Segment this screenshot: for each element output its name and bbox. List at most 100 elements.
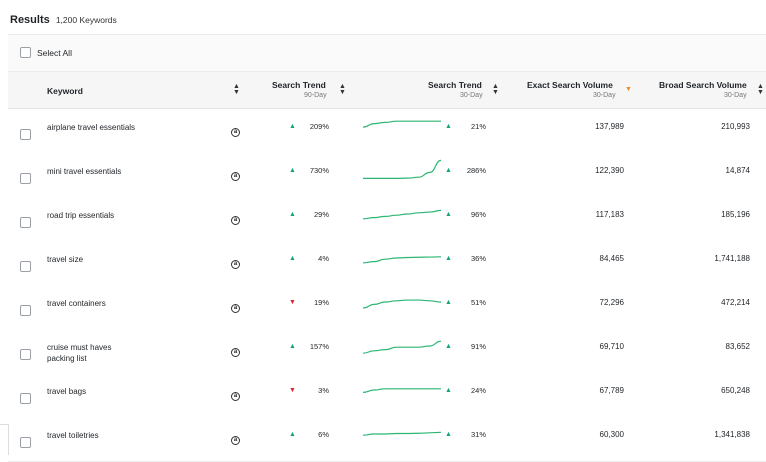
sparkline-chart [362, 431, 442, 436]
column-subheader-trend-30: 30-Day [460, 92, 483, 99]
sort-icon[interactable]: ▲ ▼ [757, 83, 764, 96]
exact-volume-cell: 72,296 [599, 298, 624, 307]
keyword-cell: travel size [47, 255, 84, 264]
info-icon[interactable]: a [231, 260, 240, 269]
keyword-cell: cruise must haves packing list [47, 343, 112, 363]
broad-volume-cell: 14,874 [725, 166, 750, 175]
results-title: Results [10, 14, 50, 26]
exact-volume-cell: 67,789 [599, 386, 624, 395]
sort-icon[interactable]: ▲ ▼ [492, 83, 499, 96]
info-icon[interactable]: a [231, 348, 240, 357]
sparkline-line [362, 256, 442, 264]
sparkline-line [362, 340, 442, 354]
select-all-label: Select All [37, 48, 72, 58]
broad-volume-cell: 650,248 [721, 386, 750, 395]
trend-90-value: 209% [309, 122, 329, 131]
broad-volume-cell: 1,341,838 [714, 430, 750, 439]
trend-30-value: 91% [470, 342, 486, 351]
trend-90-value: 157% [309, 342, 329, 351]
info-icon[interactable]: a [231, 172, 240, 181]
table-row[interactable]: travel toiletries a ▲ 6% ▲ 31% 60,300 1,… [8, 417, 766, 462]
exact-volume-cell: 117,183 [595, 210, 624, 219]
sparkline-chart [362, 299, 442, 309]
trend-30-value: 21% [470, 122, 486, 131]
keyword-cell: airplane travel essentials [47, 123, 136, 132]
row-checkbox[interactable] [20, 217, 31, 228]
broad-volume-cell: 185,196 [721, 210, 750, 219]
exact-volume-cell: 69,710 [599, 342, 624, 351]
info-icon[interactable]: a [231, 216, 240, 225]
trend-90-value: 19% [313, 298, 329, 307]
info-icon[interactable]: a [231, 392, 240, 401]
sparkline-chart [362, 388, 441, 393]
row-checkbox[interactable] [20, 261, 31, 272]
results-header: Results 1,200 Keywords [10, 14, 117, 26]
table-row[interactable]: cruise must haves packing list a ▲ 157% … [8, 329, 766, 374]
keyword-cell: travel bags [47, 387, 87, 396]
sort-desc-icon[interactable]: ▼ [625, 86, 632, 93]
column-subheader-trend-90: 90-Day [304, 92, 327, 99]
trend-30-value: 51% [470, 298, 486, 307]
sort-icon[interactable]: ▲ ▼ [233, 83, 240, 96]
table-row[interactable]: road trip essentials a ▲ 29% ▲ 96% 117,1… [8, 197, 766, 242]
column-subheader-broad-volume: 30-Day [724, 92, 747, 99]
sparkline-chart [363, 159, 442, 179]
exact-volume-cell: 122,390 [595, 166, 624, 175]
trend-90-value: 4% [318, 254, 329, 263]
row-checkbox[interactable] [20, 173, 31, 184]
trend-30-value: 96% [470, 210, 486, 219]
table-row[interactable]: travel bags a ▼ 3% ▲ 24% 67,789 650,248 [8, 373, 766, 418]
row-checkbox[interactable] [20, 129, 31, 140]
exact-volume-cell: 60,300 [599, 430, 624, 439]
trend-90-value: 29% [313, 210, 329, 219]
sparkline-chart [362, 340, 442, 354]
table-header: Keyword ▲ ▼ Search Trend 90-Day ▲ ▼ Search… [8, 72, 766, 109]
table-row[interactable]: mini travel essentials a ▲ 730% ▲ 286% 1… [8, 153, 766, 198]
trend-30-value: 36% [470, 254, 486, 263]
info-icon[interactable]: a [231, 128, 240, 137]
row-checkbox[interactable] [20, 305, 31, 316]
keyword-cell: travel toiletries [47, 431, 99, 440]
keyword-cell: road trip essentials [47, 211, 115, 220]
trend-90-value: 6% [318, 430, 329, 439]
column-header-keyword[interactable]: Keyword [47, 86, 83, 96]
column-subheader-exact-volume: 30-Day [593, 92, 616, 99]
table-row[interactable]: travel containers a ▼ 19% ▲ 51% 72,296 4… [8, 285, 766, 330]
table-row[interactable]: airplane travel essentials a ▲ 209% ▲ 21… [8, 109, 766, 154]
trend-90-value: 3% [318, 386, 329, 395]
table-row[interactable]: travel size a ▲ 4% ▲ 36% 84,465 1,741,18… [8, 241, 766, 286]
row-checkbox[interactable] [20, 393, 31, 404]
column-header-trend-30[interactable]: Search Trend [428, 80, 482, 90]
results-count: 1,200 Keywords [55, 15, 117, 25]
broad-volume-cell: 210,993 [721, 122, 750, 131]
exact-volume-cell: 84,465 [599, 254, 624, 263]
broad-volume-cell: 472,214 [721, 298, 750, 307]
trend-30-value: 286% [466, 166, 486, 175]
select-all-checkbox[interactable] [20, 47, 31, 58]
column-header-trend-90[interactable]: Search Trend [272, 80, 326, 90]
info-icon[interactable]: a [231, 436, 240, 445]
sort-icon[interactable]: ▲ ▼ [339, 83, 346, 96]
sparkline-line [362, 209, 442, 220]
column-header-exact-volume[interactable]: Exact Search Volume [527, 80, 613, 90]
trend-90-value: 730% [309, 166, 329, 175]
sparkline-line [362, 431, 442, 436]
sparkline-chart [362, 256, 442, 264]
select-all-row: Select All [8, 35, 766, 72]
exact-volume-cell: 137,989 [595, 122, 624, 131]
broad-volume-cell: 1,741,188 [714, 254, 750, 263]
sparkline-line [362, 120, 441, 128]
sparkline-line [362, 388, 441, 393]
broad-volume-cell: 83,652 [725, 342, 750, 351]
row-checkbox[interactable] [20, 349, 31, 360]
info-icon[interactable]: a [231, 304, 240, 313]
panel-edge [0, 424, 9, 455]
keyword-cell: mini travel essentials [47, 167, 122, 176]
row-checkbox[interactable] [20, 437, 31, 448]
sparkline-line [363, 159, 442, 179]
sparkline-line [362, 299, 442, 309]
trend-30-value: 24% [470, 386, 486, 395]
sparkline-chart [362, 120, 441, 128]
column-header-broad-volume[interactable]: Broad Search Volume [659, 80, 747, 90]
trend-30-value: 31% [470, 430, 486, 439]
